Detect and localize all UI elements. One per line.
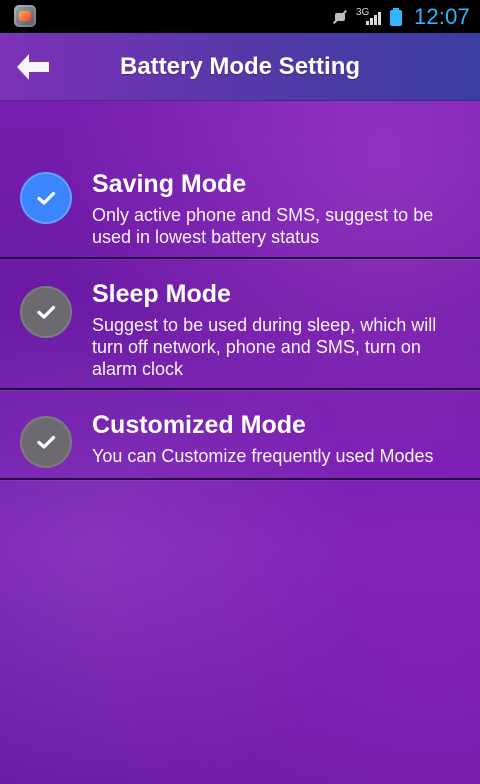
mode-item-customized[interactable]: Customized Mode You can Customize freque…	[0, 390, 480, 478]
app-header: Battery Mode Setting	[0, 33, 480, 101]
mode-title: Customized Mode	[92, 411, 306, 439]
app-icon	[14, 5, 36, 27]
signal-icon: 3G	[356, 7, 381, 25]
divider	[0, 478, 480, 480]
signal-bar	[365, 20, 369, 25]
signal-bars	[365, 11, 381, 25]
mode-description: Suggest to be used during sleep, which w…	[92, 315, 437, 379]
mode-title: Sleep Mode	[92, 280, 231, 308]
checkmark-svg	[37, 191, 56, 205]
mode-title: Saving Mode	[92, 170, 247, 198]
battery-icon	[389, 7, 402, 26]
page-title: Battery Mode Setting	[119, 53, 361, 80]
mode-item-saving[interactable]: Saving Mode Only active phone and SMS, s…	[0, 149, 480, 257]
mode-description: You can Customize frequently used Modes	[92, 446, 434, 466]
signal-bar	[377, 11, 381, 25]
checkmark-icon	[20, 172, 72, 224]
status-bar: 3G 12:07	[0, 0, 480, 33]
status-right: 3G 12:07	[332, 0, 470, 33]
checkmark-svg	[37, 435, 56, 449]
mode-item-sleep[interactable]: Sleep Mode Suggest to be used during sle…	[0, 259, 480, 388]
mode-description: Only active phone and SMS, suggest to be…	[92, 205, 434, 247]
status-time: 12:07	[413, 3, 470, 29]
mute-icon	[332, 9, 348, 25]
checkmark-icon	[20, 416, 72, 468]
signal-bar	[369, 17, 373, 25]
signal-bar	[373, 14, 377, 25]
checkmark-icon	[20, 286, 72, 338]
checkmark-svg	[37, 305, 56, 319]
battery-mode-list: Saving Mode Only active phone and SMS, s…	[0, 149, 480, 480]
